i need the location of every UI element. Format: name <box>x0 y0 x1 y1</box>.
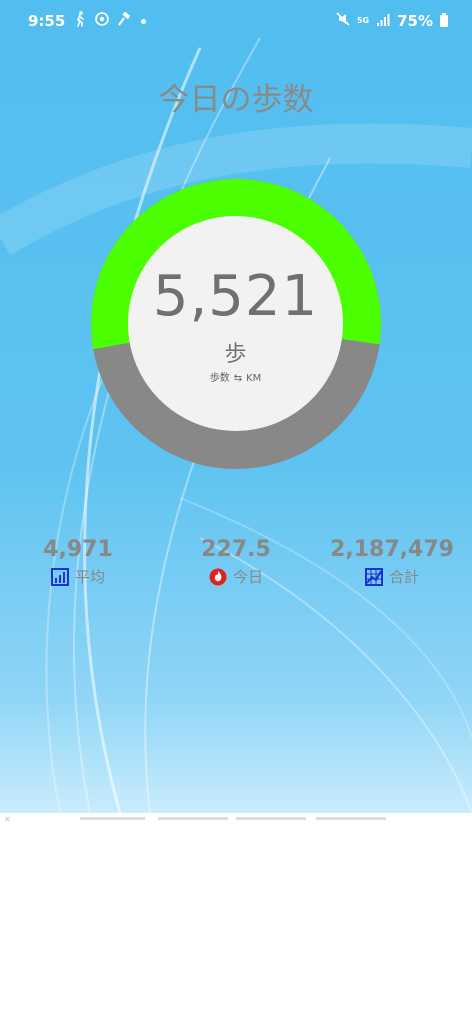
stat-calories-label: 今日 <box>232 568 263 586</box>
unit-toggle-steps: 歩数 <box>209 373 230 384</box>
status-right: 5G 75% <box>336 11 448 30</box>
stat-calories: 227.5 今日 <box>166 537 306 587</box>
stat-total: 2,187,479 合計 <box>322 537 462 587</box>
mute-icon <box>336 11 350 30</box>
stat-total-value: 2,187,479 <box>330 537 454 562</box>
grid-chart-icon <box>364 567 383 586</box>
close-icon[interactable]: ✕ <box>4 815 11 824</box>
walking-icon <box>74 11 86 31</box>
stat-total-label: 合計 <box>388 568 419 586</box>
ad-banner[interactable]: ✕ <box>0 813 472 825</box>
hammer-icon <box>118 11 132 30</box>
chrome-icon <box>95 12 110 30</box>
status-bar: 9:55 5G 75% <box>0 0 472 38</box>
unit-toggle[interactable]: 歩数 ⇆ KM <box>128 369 343 384</box>
steps-unit: 歩 <box>224 342 247 367</box>
stat-average-label: 平均 <box>74 568 105 586</box>
unit-toggle-km: KM <box>246 373 262 384</box>
page-title: 今日の歩数 <box>158 82 314 118</box>
ad-thumbnail[interactable] <box>80 817 145 820</box>
battery-percent: 75% <box>397 11 433 30</box>
notification-dot-icon <box>141 18 147 24</box>
steps-display[interactable]: 5,521 歩 歩数 ⇆ KM <box>128 216 343 431</box>
signal-icon <box>376 11 390 30</box>
flame-icon <box>209 568 227 586</box>
ad-thumbnail[interactable] <box>316 817 386 820</box>
stat-average-value: 4,971 <box>43 537 113 562</box>
steps-count: 5,521 <box>152 264 319 329</box>
ad-thumbnail[interactable] <box>236 817 306 820</box>
status-left: 9:55 <box>28 11 147 31</box>
battery-icon <box>440 12 448 27</box>
bar-chart-icon <box>50 567 69 586</box>
network-type: 5G <box>356 15 370 25</box>
stat-average: 4,971 平均 <box>8 537 148 587</box>
stat-calories-value: 227.5 <box>201 537 271 562</box>
clock: 9:55 <box>28 12 66 30</box>
ad-thumbnail[interactable] <box>158 817 228 820</box>
app-screen: 今日の歩数 5,521 歩 歩数 ⇆ KM 4,971 平均 227.5 今日 2,… <box>0 38 472 813</box>
swap-arrows-icon: ⇆ <box>233 373 243 384</box>
